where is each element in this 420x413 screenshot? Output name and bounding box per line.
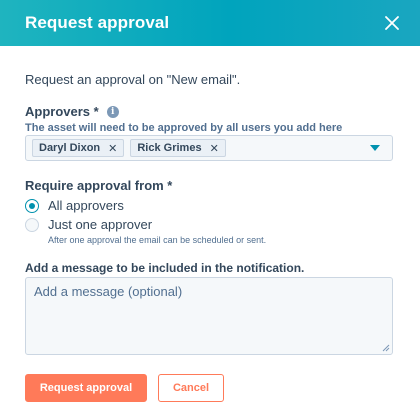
- approvers-help-text: The asset will need to be approved by al…: [25, 122, 343, 134]
- approver-chip-label: Daryl Dixon: [39, 142, 101, 154]
- radio-one-approver[interactable]: [25, 218, 39, 232]
- radio-sublabel: After one approval the email can be sche…: [48, 235, 267, 245]
- close-icon[interactable]: ✕: [210, 142, 219, 155]
- close-icon[interactable]: ✕: [108, 142, 117, 155]
- approver-chip-label: Rick Grimes: [137, 142, 202, 154]
- chevron-down-icon[interactable]: [370, 145, 380, 151]
- dialog-title: Request approval: [25, 13, 170, 32]
- radio-all-approvers[interactable]: [25, 199, 39, 213]
- radio-option-one[interactable]: Just one approver After one approval the…: [25, 217, 266, 245]
- cancel-button[interactable]: Cancel: [158, 374, 224, 402]
- dialog-header: Request approval: [0, 0, 420, 46]
- require-approval-label: Require approval from *: [25, 178, 173, 193]
- approvers-select[interactable]: Daryl Dixon ✕ Rick Grimes ✕: [25, 135, 393, 161]
- approver-chip: Daryl Dixon ✕: [32, 139, 125, 157]
- message-label: Add a message to be included in the noti…: [25, 261, 305, 275]
- info-icon[interactable]: i: [106, 105, 119, 118]
- radio-label: All approvers: [48, 198, 124, 213]
- approver-chip: Rick Grimes ✕: [130, 139, 226, 157]
- request-approval-button[interactable]: Request approval: [25, 374, 147, 402]
- close-icon[interactable]: [382, 13, 402, 33]
- approvers-label-row: Approvers * i: [25, 104, 119, 119]
- radio-option-all[interactable]: All approvers: [25, 198, 124, 213]
- message-textarea[interactable]: [25, 277, 393, 355]
- radio-label: Just one approver: [48, 217, 153, 232]
- intro-text: Request an approval on "New email".: [25, 72, 241, 87]
- approvers-label: Approvers *: [25, 104, 99, 119]
